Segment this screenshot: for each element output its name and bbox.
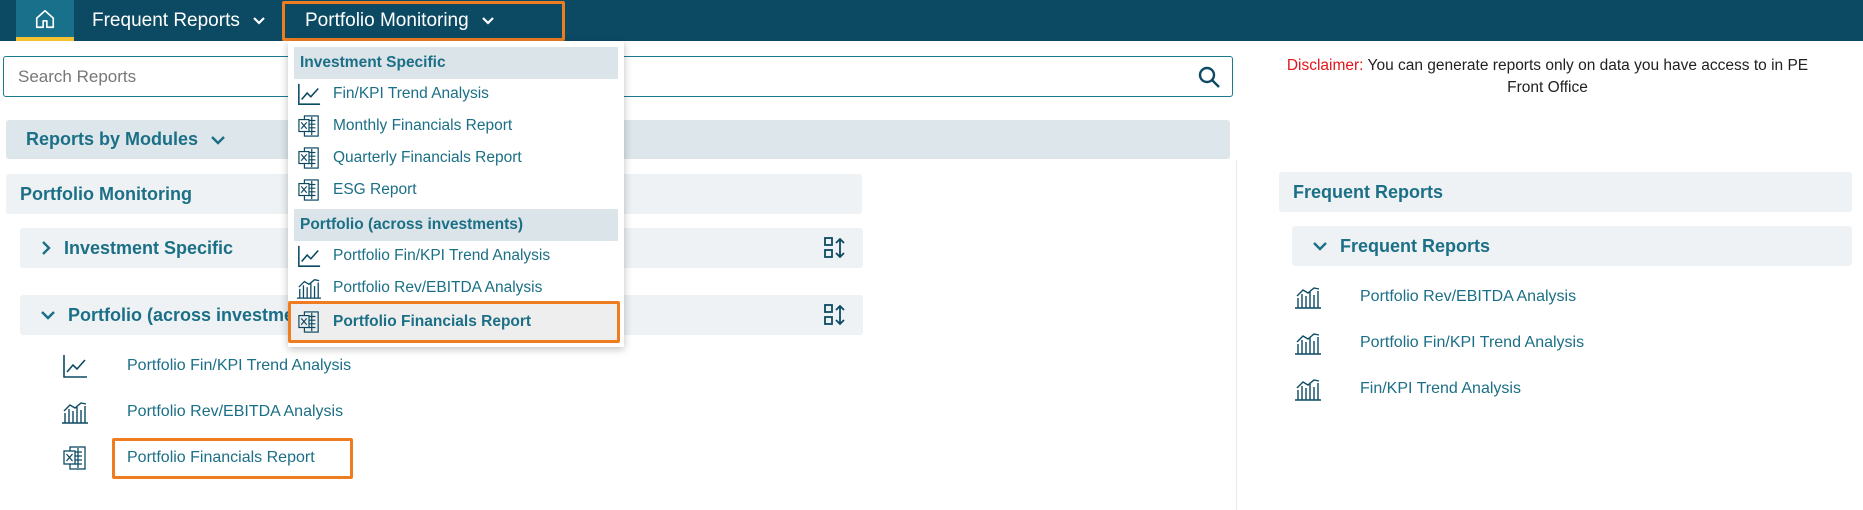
bar-chart-icon — [1293, 329, 1323, 357]
report-portfolio-rev-ebitda[interactable]: Portfolio Rev/EBITDA Analysis — [60, 397, 380, 427]
disclaimer-label: Disclaimer: — [1286, 57, 1364, 74]
report-label: Portfolio Fin/KPI Trend Analysis — [127, 357, 352, 374]
chevron-right-icon — [42, 241, 51, 255]
dropdown-header-investment-specific: Investment Specific — [294, 47, 618, 79]
dropdown-item-quarterly-financials[interactable]: Quarterly Financials Report — [296, 143, 616, 173]
portfolio-monitoring-title: Portfolio Monitoring — [20, 183, 192, 204]
frequent-item-label: Fin/KPI Trend Analysis — [1360, 380, 1521, 397]
dropdown-item-label: Fin/KPI Trend Analysis — [333, 85, 489, 102]
chevron-down-icon — [1313, 242, 1327, 251]
excel-icon — [296, 177, 322, 203]
sort-icon[interactable] — [823, 236, 847, 260]
dropdown-item-label: ESG Report — [333, 181, 417, 198]
nav-frequent-reports[interactable]: Frequent Reports — [92, 0, 266, 41]
group-frequent-label: Frequent Reports — [1340, 235, 1491, 256]
bar-chart-icon — [1293, 283, 1323, 311]
dropdown-item-label: Monthly Financials Report — [333, 117, 513, 134]
report-label: Portfolio Rev/EBITDA Analysis — [127, 403, 344, 420]
disclaimer-text: You can generate reports only on data yo… — [1367, 57, 1809, 96]
column-divider — [1236, 160, 1237, 510]
home-button[interactable] — [16, 0, 74, 41]
chevron-down-icon — [481, 17, 494, 25]
search-icon[interactable] — [1197, 65, 1221, 89]
excel-icon — [60, 444, 90, 472]
frequent-reports-section-title: Frequent Reports — [1279, 172, 1852, 212]
report-portfolio-fin-kpi[interactable]: Portfolio Fin/KPI Trend Analysis — [60, 351, 380, 381]
dropdown-item-fin-kpi-trend[interactable]: Fin/KPI Trend Analysis — [296, 79, 616, 109]
nav-frequent-label: Frequent Reports — [92, 9, 240, 31]
group-investment-specific-label: Investment Specific — [64, 237, 234, 258]
home-icon — [35, 9, 55, 28]
sort-icon[interactable] — [823, 303, 847, 327]
bar-chart-icon — [60, 398, 90, 426]
dropdown-item-monthly-financials[interactable]: Monthly Financials Report — [296, 111, 616, 141]
dropdown-header-label: Portfolio (across investments) — [300, 216, 524, 233]
disclaimer: Disclaimer: You can generate reports onl… — [1270, 55, 1825, 99]
chevron-down-icon — [253, 16, 265, 25]
excel-icon — [296, 113, 322, 139]
line-chart-icon — [296, 243, 322, 269]
group-frequent-reports[interactable]: Frequent Reports — [1292, 226, 1852, 266]
frequent-item-label: Portfolio Rev/EBITDA Analysis — [1360, 288, 1577, 305]
line-chart-icon — [296, 81, 322, 107]
dropdown-item-label: Portfolio Rev/EBITDA Analysis — [333, 279, 543, 296]
portfolio-monitoring-dropdown: Investment Specific Fin/KPI Trend Analys… — [288, 41, 624, 347]
frequent-item-label: Portfolio Fin/KPI Trend Analysis — [1360, 334, 1585, 351]
nav-portfolio-label: Portfolio Monitoring — [305, 10, 469, 31]
reports-by-modules-title: Reports by Modules — [26, 129, 199, 149]
excel-icon — [296, 145, 322, 171]
frequent-reports-title: Frequent Reports — [1293, 181, 1444, 202]
dropdown-item-portfolio-financials-selected[interactable]: Portfolio Financials Report — [288, 301, 620, 343]
highlight-portfolio-financials-report — [112, 438, 353, 479]
nav-portfolio-monitoring[interactable]: Portfolio Monitoring — [282, 1, 565, 41]
dropdown-item-esg-report[interactable]: ESG Report — [296, 175, 616, 205]
dropdown-item-label: Portfolio Financials Report — [333, 313, 532, 330]
dropdown-item-portfolio-rev-ebitda[interactable]: Portfolio Rev/EBITDA Analysis — [296, 273, 616, 303]
dropdown-header-portfolio: Portfolio (across investments) — [294, 209, 618, 241]
dropdown-item-label: Quarterly Financials Report — [333, 149, 522, 166]
frequent-item-fin-kpi[interactable]: Fin/KPI Trend Analysis — [1293, 374, 1693, 404]
dropdown-item-portfolio-fin-kpi[interactable]: Portfolio Fin/KPI Trend Analysis — [296, 241, 616, 271]
line-chart-icon — [60, 352, 90, 380]
dropdown-header-label: Investment Specific — [300, 54, 446, 71]
frequent-item-portfolio-fin-kpi[interactable]: Portfolio Fin/KPI Trend Analysis — [1293, 328, 1693, 358]
chevron-down-icon — [41, 311, 55, 320]
dropdown-item-label: Portfolio Fin/KPI Trend Analysis — [333, 247, 551, 264]
bar-chart-icon — [296, 275, 322, 301]
frequent-item-portfolio-rev-ebitda[interactable]: Portfolio Rev/EBITDA Analysis — [1293, 282, 1693, 312]
excel-icon — [296, 309, 322, 335]
chevron-down-icon — [211, 135, 225, 145]
top-navigation-bar: Frequent Reports Portfolio Monitoring — [0, 0, 1863, 41]
bar-chart-icon — [1293, 375, 1323, 403]
